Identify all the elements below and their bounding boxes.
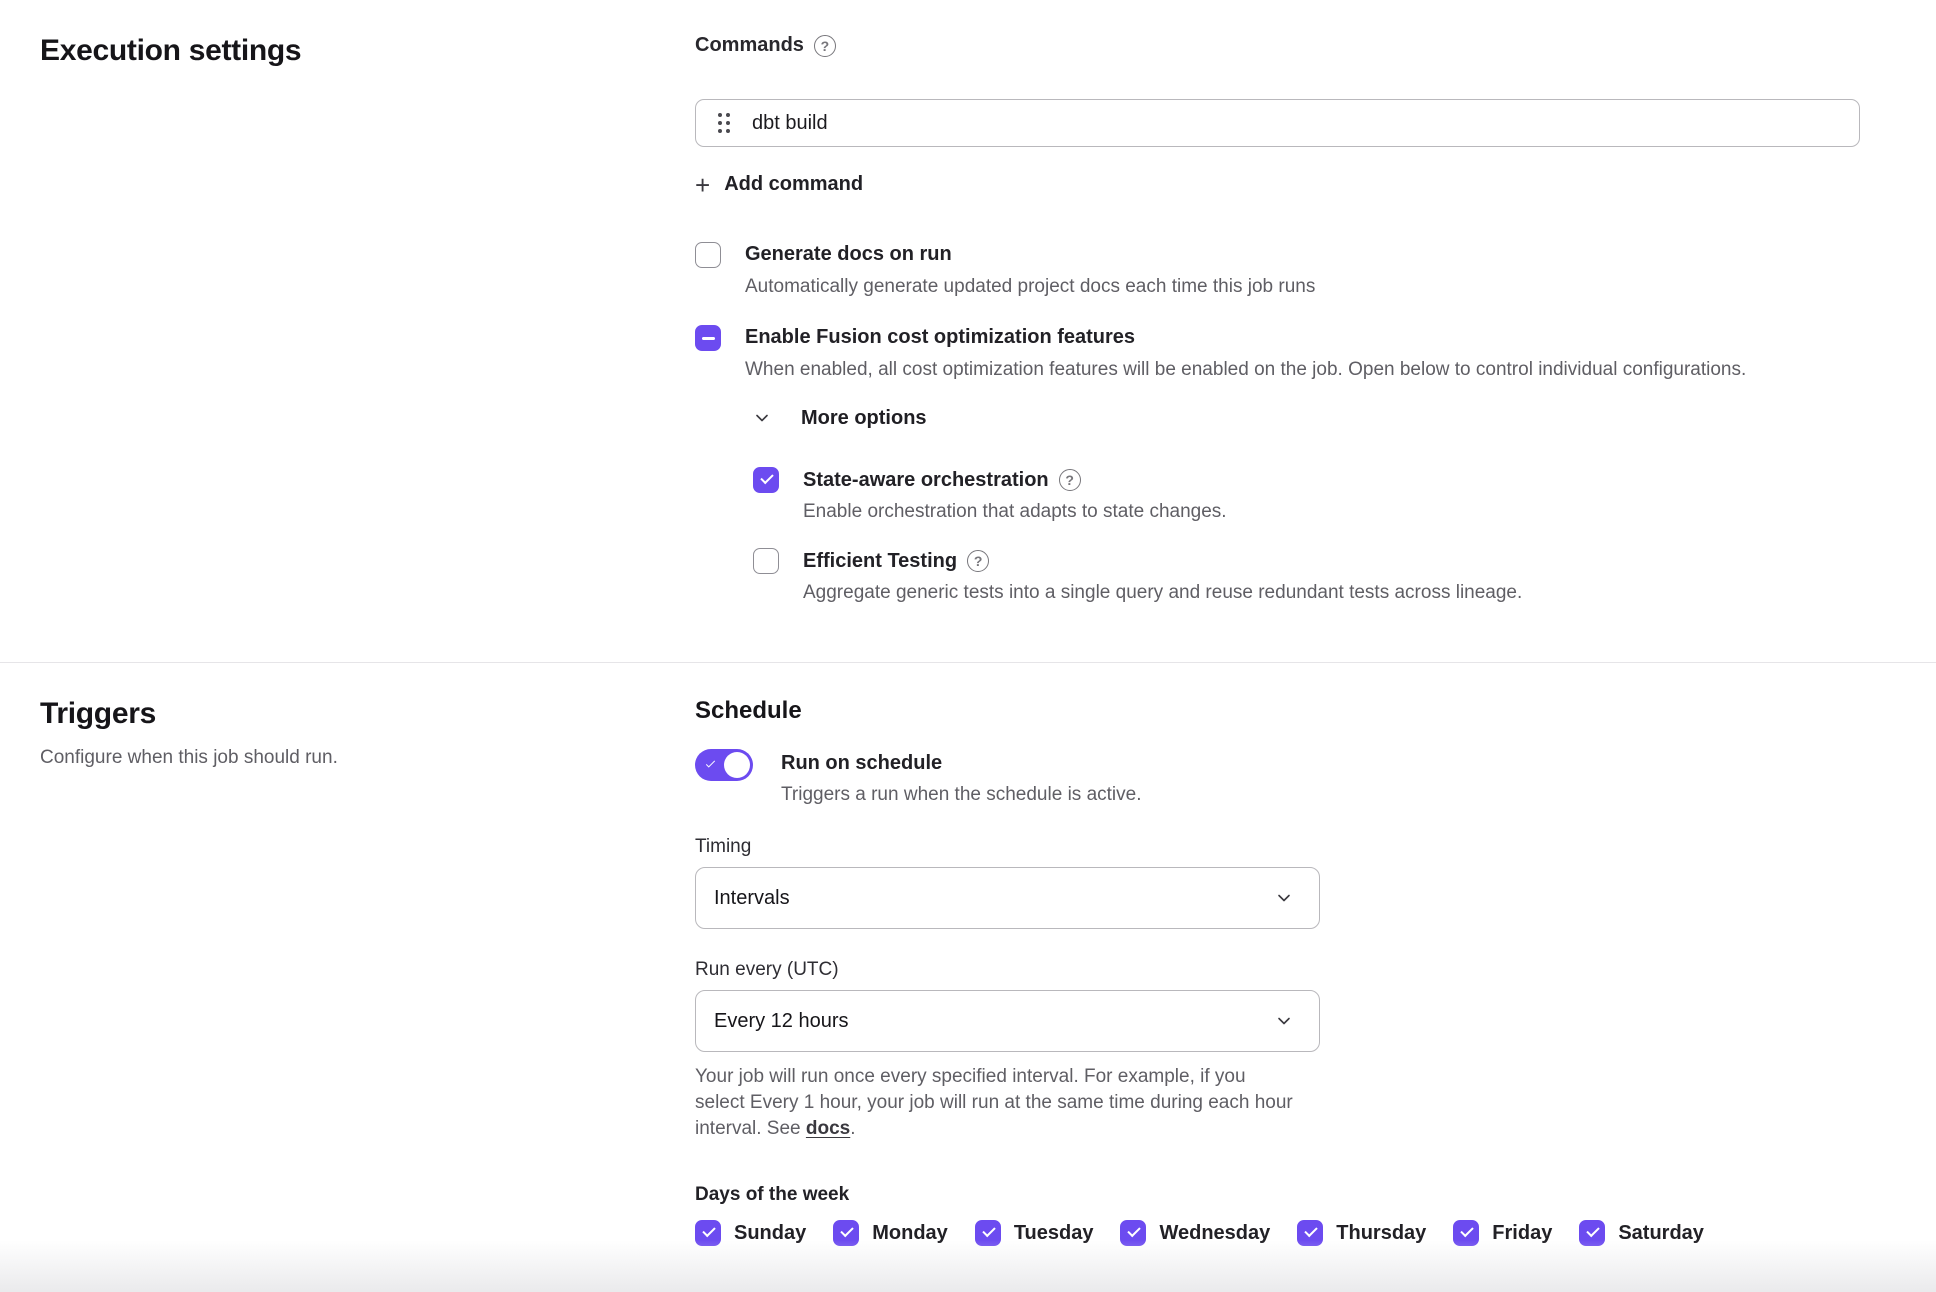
day-item-friday: Friday xyxy=(1453,1220,1552,1246)
add-command-label: Add command xyxy=(724,173,863,196)
fusion-optimization-label: Enable Fusion cost optimization features xyxy=(745,326,1135,349)
chevron-down-icon xyxy=(1275,1012,1293,1030)
job-settings-page: Execution settings Commands ? dbt build … xyxy=(0,0,1936,1292)
efficient-testing-description: Aggregate generic tests into a single qu… xyxy=(803,582,1522,604)
days-of-week-row: Sunday Monday Tuesday Wednesday Thursday Frid… xyxy=(695,1220,1860,1246)
day-checkbox-friday[interactable] xyxy=(1453,1220,1479,1246)
triggers-section: Triggers Configure when this job should … xyxy=(0,662,1936,1246)
run-every-label: Run every (UTC) xyxy=(695,959,1860,981)
days-of-week-label: Days of the week xyxy=(695,1184,1860,1206)
command-value[interactable]: dbt build xyxy=(752,112,828,135)
fusion-optimization-row: Enable Fusion cost optimization features… xyxy=(695,324,1860,381)
day-checkbox-wednesday[interactable] xyxy=(1120,1220,1146,1246)
triggers-left: Triggers Configure when this job should … xyxy=(40,697,695,1246)
command-input[interactable]: dbt build xyxy=(695,99,1860,147)
fusion-optimization-description: When enabled, all cost optimization feat… xyxy=(745,359,1746,381)
docs-link[interactable]: docs xyxy=(806,1118,850,1139)
schedule-heading: Schedule xyxy=(695,697,1860,725)
add-command-button[interactable]: + Add command xyxy=(695,173,863,196)
triggers-title: Triggers xyxy=(40,697,695,731)
day-label: Sunday xyxy=(734,1222,806,1245)
commands-help-icon[interactable]: ? xyxy=(814,35,836,57)
day-item-monday: Monday xyxy=(833,1220,948,1246)
timing-label: Timing xyxy=(695,836,1860,858)
day-item-saturday: Saturday xyxy=(1579,1220,1704,1246)
day-checkbox-saturday[interactable] xyxy=(1579,1220,1605,1246)
state-aware-checkbox[interactable] xyxy=(753,467,779,493)
generate-docs-label: Generate docs on run xyxy=(745,243,952,266)
day-checkbox-sunday[interactable] xyxy=(695,1220,721,1246)
generate-docs-checkbox[interactable] xyxy=(695,242,721,268)
day-item-wednesday: Wednesday xyxy=(1120,1220,1270,1246)
day-label: Wednesday xyxy=(1159,1222,1270,1245)
timing-select[interactable]: Intervals xyxy=(695,867,1320,929)
day-label: Saturday xyxy=(1618,1222,1704,1245)
execution-settings-title: Execution settings xyxy=(40,34,695,68)
execution-settings-section: Execution settings Commands ? dbt build … xyxy=(0,0,1936,662)
state-aware-description: Enable orchestration that adapts to stat… xyxy=(803,501,1227,523)
day-label: Friday xyxy=(1492,1222,1552,1245)
run-every-value: Every 12 hours xyxy=(714,1010,849,1033)
day-label: Monday xyxy=(872,1222,948,1245)
chevron-down-icon xyxy=(1275,889,1293,907)
chevron-down-icon xyxy=(753,409,771,427)
state-aware-label: State-aware orchestration xyxy=(803,469,1049,492)
triggers-content: Schedule Run on schedule Triggers a run … xyxy=(695,697,1860,1246)
day-checkbox-tuesday[interactable] xyxy=(975,1220,1001,1246)
more-options-label: More options xyxy=(801,407,927,430)
commands-label-row: Commands ? xyxy=(695,34,1860,57)
run-every-field: Run every (UTC) Every 12 hours Your job … xyxy=(695,959,1860,1142)
day-item-thursday: Thursday xyxy=(1297,1220,1426,1246)
generate-docs-description: Automatically generate updated project d… xyxy=(745,276,1315,298)
state-aware-row: State-aware orchestration ? Enable orche… xyxy=(753,466,1860,523)
run-every-help-text: Your job will run once every specified i… xyxy=(695,1064,1295,1142)
day-checkbox-monday[interactable] xyxy=(833,1220,859,1246)
more-options-toggle[interactable]: More options xyxy=(753,407,927,430)
run-on-schedule-toggle[interactable] xyxy=(695,749,753,781)
day-item-tuesday: Tuesday xyxy=(975,1220,1094,1246)
efficient-testing-label: Efficient Testing xyxy=(803,550,957,573)
execution-settings-content: Commands ? dbt build + Add command Gener… xyxy=(695,34,1860,604)
triggers-subtitle: Configure when this job should run. xyxy=(40,747,695,769)
efficient-testing-checkbox[interactable] xyxy=(753,548,779,574)
efficient-testing-row: Efficient Testing ? Aggregate generic te… xyxy=(753,547,1860,604)
run-on-schedule-row: Run on schedule Triggers a run when the … xyxy=(695,749,1860,806)
day-label: Tuesday xyxy=(1014,1222,1094,1245)
day-item-sunday: Sunday xyxy=(695,1220,806,1246)
state-aware-help-icon[interactable]: ? xyxy=(1059,469,1081,491)
execution-settings-left: Execution settings xyxy=(40,34,695,604)
bottom-fade-overlay xyxy=(0,1240,1936,1292)
toggle-knob xyxy=(724,752,750,778)
day-label: Thursday xyxy=(1336,1222,1426,1245)
timing-field: Timing Intervals xyxy=(695,836,1860,929)
day-checkbox-thursday[interactable] xyxy=(1297,1220,1323,1246)
run-on-schedule-label: Run on schedule xyxy=(781,752,942,775)
fusion-optimization-checkbox[interactable] xyxy=(695,325,721,351)
generate-docs-row: Generate docs on run Automatically gener… xyxy=(695,241,1860,298)
drag-handle-icon[interactable] xyxy=(718,113,730,133)
commands-label: Commands xyxy=(695,34,804,57)
run-on-schedule-description: Triggers a run when the schedule is acti… xyxy=(781,784,1141,806)
run-every-select[interactable]: Every 12 hours xyxy=(695,990,1320,1052)
plus-icon: + xyxy=(695,175,710,195)
toggle-check-icon xyxy=(706,758,715,767)
efficient-testing-help-icon[interactable]: ? xyxy=(967,550,989,572)
timing-value: Intervals xyxy=(714,887,790,910)
